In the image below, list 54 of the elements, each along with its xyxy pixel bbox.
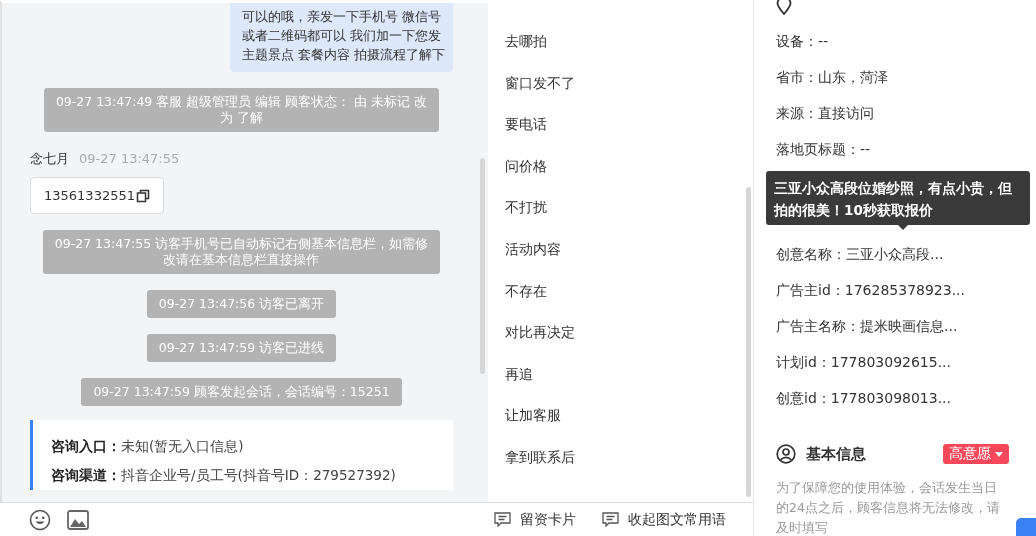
system-text: 09-27 13:47:59 访客已进线 — [158, 340, 325, 356]
phrase-item[interactable]: 让加客服 — [505, 404, 736, 446]
sender-name: 念七月 — [30, 150, 69, 168]
user-icon — [776, 444, 796, 464]
message-time: 09-27 13:47:55 — [79, 151, 180, 166]
system-text: 09-27 13:47:56 访客已离开 — [158, 296, 325, 312]
scrollbar[interactable] — [746, 187, 751, 497]
phrase-item[interactable]: 拿到联系后 — [505, 445, 736, 488]
info-field: 省市：山东，菏泽 — [776, 63, 1036, 99]
phrase-item[interactable]: 活动内容 — [505, 237, 736, 280]
phrase-item[interactable]: 去哪拍 — [505, 30, 736, 72]
info-value: 未知(暂无入口信息) — [121, 438, 244, 454]
system-text: 改请在基本信息栏直接操作 — [162, 252, 321, 268]
phrase-item[interactable]: 要电话 — [505, 113, 736, 155]
copy-icon[interactable] — [136, 188, 150, 203]
info-field: 创意id：177803098013... — [776, 384, 1036, 420]
scrollbar[interactable] — [480, 158, 485, 374]
info-value: 抖音企业号/员工号(抖音号ID：279527392) — [121, 467, 396, 483]
tooltip: 三亚小众高段位婚纱照，有点小贵，但拍的很美！10秒获取报价 — [766, 171, 1030, 225]
system-text: 09-27 13:47:55 访客手机号已自动标记右侧基本信息栏，如需修 — [54, 236, 429, 252]
info-field: 计划id：177803092615... — [776, 348, 1036, 384]
info-label: 咨询渠道： — [51, 467, 121, 483]
phrase-item[interactable]: 不存在 — [505, 279, 736, 322]
system-text: 为 了解 — [219, 110, 264, 126]
info-field: 设备：-- — [776, 27, 1036, 63]
phrase-item[interactable]: 再追 — [505, 362, 736, 405]
phrase-item[interactable]: 窗口发不了 — [505, 71, 736, 114]
toolbar-button[interactable]: 留资卡片 — [494, 510, 576, 529]
section-title: 基本信息 — [806, 444, 866, 464]
image-icon[interactable] — [67, 509, 89, 530]
emoji-icon[interactable] — [29, 508, 51, 531]
location-icon — [776, 0, 792, 15]
system-text: 09-27 13:47:59 顾客发起会话，会话编号：15251 — [93, 384, 390, 400]
info-field: 广告主名称：提米映画信息... — [776, 312, 1036, 348]
phrase-item[interactable]: 问价格 — [505, 154, 736, 197]
info-field: 创意名称：三亚小众高段... — [776, 240, 1036, 276]
phone-number: 13561332551 — [44, 188, 135, 203]
info-field: 来源：直接访问 — [776, 99, 1036, 135]
toolbar-button[interactable]: 收起图文常用语 — [602, 510, 726, 529]
message-line: 可以的哦，亲发一下手机号 微信号 — [241, 8, 442, 26]
caret-icon — [995, 451, 1003, 457]
info-label: 咨询入口： — [51, 438, 121, 454]
message-line: 主题景点 套餐内容 拍摄流程了解下 — [241, 46, 445, 64]
info-field: 落地页标题：-- — [776, 135, 1036, 171]
system-text: 09-27 13:47:49 客服 超级管理员 编辑 顾客状态： 由 未标记 改 — [55, 94, 428, 110]
tooltip-arrow — [898, 225, 908, 230]
phrase-item[interactable]: 对比再决定 — [505, 321, 736, 363]
phrase-item[interactable]: 不打扰 — [505, 196, 736, 238]
intent-dropdown[interactable]: 高意愿 — [943, 444, 1009, 464]
message-line: 或者二维码都可以 我们加一下您发 — [241, 27, 442, 45]
message-icon — [494, 512, 511, 527]
notice-text: 为了保障您的使用体验，会话发生当日的24点之后，顾客信息将无法修改，请及时填写 — [776, 479, 1001, 536]
info-field: 广告主id：176285378923... — [776, 276, 1036, 312]
message-icon — [602, 512, 619, 527]
